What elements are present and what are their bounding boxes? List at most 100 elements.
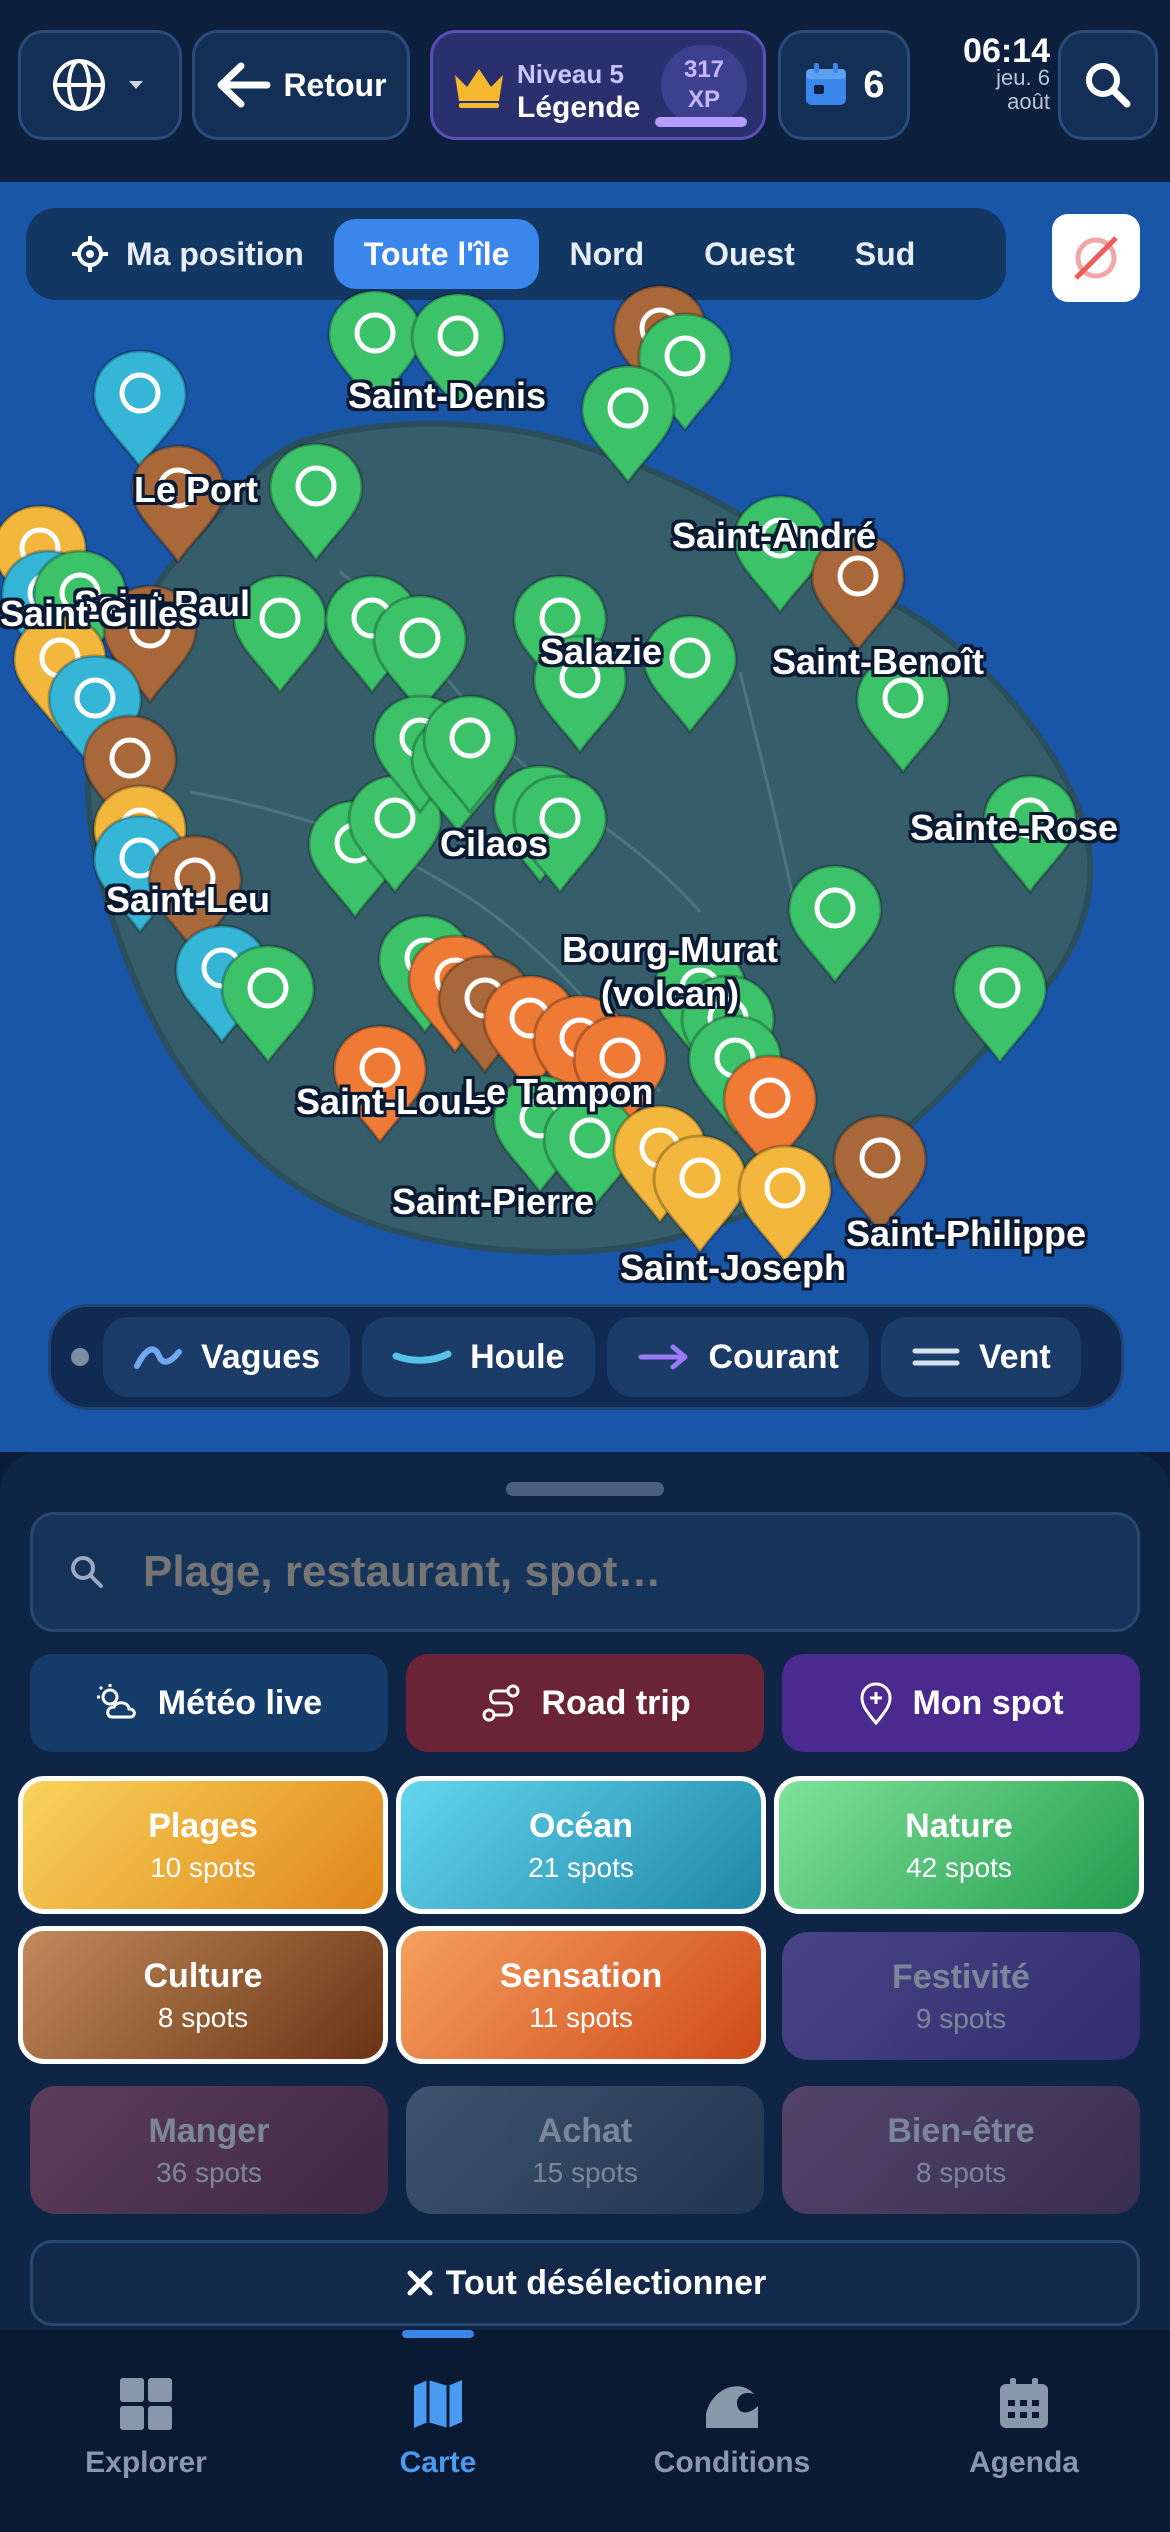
layer-current-button[interactable]: Courant: [606, 1317, 869, 1397]
tab-label: Explorer: [85, 2446, 207, 2479]
city-label: Saint-Gilles: [0, 593, 199, 634]
tab-label: Conditions: [653, 2446, 811, 2479]
category-nature[interactable]: Nature 42 spots: [774, 1776, 1144, 1914]
category-name: Océan: [529, 1807, 633, 1845]
map-view[interactable]: Ma position Toute l'île Nord Ouest Sud S…: [0, 182, 1170, 1452]
tab-conditions[interactable]: Conditions: [632, 2376, 832, 2480]
wind-icon: [912, 1348, 960, 1366]
crown-icon: [455, 69, 503, 108]
action-label: Météo live: [157, 1683, 323, 1722]
category-sensation[interactable]: Sensation 11 spots: [396, 1926, 766, 2064]
globe-icon: [53, 59, 105, 111]
map-pin[interactable]: [264, 440, 368, 564]
category-shopping[interactable]: Achat 15 spots: [406, 2086, 764, 2214]
filter-label: Toute l'île: [363, 235, 510, 272]
route-icon: [482, 1684, 520, 1722]
category-count: 42 spots: [906, 1852, 1012, 1883]
weather-live-button[interactable]: Météo live: [30, 1654, 388, 1752]
search-input[interactable]: [141, 1546, 1045, 1598]
deselect-all-button[interactable]: Tout désélectionner: [30, 2240, 1140, 2326]
filter-label: Ouest: [704, 235, 795, 272]
road-trip-button[interactable]: Road trip: [406, 1654, 764, 1752]
map-icon: [414, 2380, 462, 2428]
layer-waves-button[interactable]: Vagues: [103, 1317, 351, 1397]
category-name: Festivité: [892, 1958, 1030, 1996]
tab-label: Agenda: [968, 2446, 1079, 2479]
category-count: 10 spots: [150, 1852, 256, 1883]
category-ocean[interactable]: Océan 21 spots: [396, 1776, 766, 1914]
category-culture[interactable]: Culture 8 spots: [18, 1926, 388, 2064]
back-button[interactable]: Retour: [192, 30, 410, 140]
language-button[interactable]: [18, 30, 182, 140]
city-label: Saint-Denis: [348, 375, 547, 416]
sheet-drag-handle[interactable]: [506, 1482, 664, 1496]
filter-south[interactable]: Sud: [825, 219, 945, 289]
city-label: Saint-Louis: [296, 1081, 492, 1122]
city-label: Sainte-Rose: [910, 807, 1119, 848]
category-food[interactable]: Manger 36 spots: [30, 2086, 388, 2214]
map-pin[interactable]: [216, 942, 320, 1066]
clock-month: août: [1007, 89, 1050, 114]
wave-icon: [706, 2386, 758, 2428]
level-number: Niveau 5: [517, 59, 624, 89]
clock: 06:14 jeu. 6 août: [930, 34, 1050, 114]
category-name: Achat: [537, 2112, 633, 2150]
city-label: Saint-André: [672, 515, 877, 556]
arrow-left-icon: [217, 62, 271, 108]
my-spot-button[interactable]: Mon spot: [782, 1654, 1140, 1752]
search-icon: [71, 1556, 103, 1588]
category-festivity[interactable]: Festivité 9 spots: [782, 1932, 1140, 2060]
layer-wind-button[interactable]: Vent: [880, 1317, 1081, 1397]
calendar-icon: [1000, 2378, 1048, 2428]
back-label: Retour: [283, 66, 387, 103]
layers-indicator-dot: [71, 1348, 89, 1366]
xp-badge: 317 XP: [661, 45, 747, 125]
top-bar: Retour Niveau 5 Légende 317 XP 6 06:14 j…: [0, 0, 1170, 182]
city-label: Saint-Leu: [106, 879, 271, 920]
map-layers-bar: Vagues Houle Courant Vent: [48, 1304, 1124, 1410]
crosshair-icon: [72, 236, 108, 272]
city-label: Le Tampon: [464, 1071, 654, 1112]
category-count: 8 spots: [157, 2002, 249, 2033]
category-name: Nature: [905, 1807, 1013, 1845]
map-pin[interactable]: [783, 862, 887, 986]
category-count: 8 spots: [915, 2157, 1007, 2188]
layer-swell-button[interactable]: Houle: [362, 1317, 595, 1397]
map-pin-plus-icon: [860, 1682, 892, 1725]
action-label: Mon spot: [912, 1683, 1064, 1722]
sun-cloud-icon: [96, 1684, 136, 1719]
category-count: 11 spots: [529, 2002, 633, 2033]
map-pin[interactable]: [576, 362, 680, 486]
filter-west[interactable]: Ouest: [674, 219, 825, 289]
city-label: Salazie: [540, 631, 663, 672]
xp-progress-bar: [655, 117, 747, 127]
layer-label: Vagues: [201, 1337, 321, 1376]
category-count: 9 spots: [915, 2003, 1007, 2034]
agenda-button[interactable]: 6: [778, 30, 910, 140]
category-count: 36 spots: [156, 2157, 262, 2188]
category-name: Bien-être: [887, 2112, 1035, 2150]
xp-value: 317: [683, 56, 725, 83]
city-label: Saint-Pierre: [392, 1181, 595, 1222]
compass-off-button[interactable]: [1052, 214, 1140, 302]
filter-label: Sud: [854, 235, 916, 272]
tab-agenda[interactable]: Agenda: [924, 2376, 1124, 2480]
search-bar[interactable]: [30, 1512, 1140, 1632]
zone-filter-bar: Ma position Toute l'île Nord Ouest Sud: [26, 208, 1006, 300]
tab-map[interactable]: Carte: [338, 2376, 538, 2480]
chevron-down-icon: [129, 81, 143, 89]
filter-north[interactable]: Nord: [539, 219, 674, 289]
category-count: 21 spots: [528, 1852, 634, 1883]
map-pin[interactable]: [948, 942, 1052, 1066]
tab-explorer[interactable]: Explorer: [46, 2376, 246, 2480]
filter-whole-island[interactable]: Toute l'île: [333, 219, 540, 289]
category-beaches[interactable]: Plages 10 spots: [18, 1776, 388, 1914]
category-name: Culture: [143, 1957, 263, 1995]
search-button[interactable]: [1058, 30, 1158, 140]
category-wellness[interactable]: Bien-être 8 spots: [782, 2086, 1140, 2214]
calendar-icon: [806, 63, 847, 105]
layer-label: Courant: [708, 1337, 839, 1376]
filter-my-position[interactable]: Ma position: [40, 219, 334, 289]
city-label: Saint-Joseph: [620, 1247, 847, 1288]
level-badge[interactable]: Niveau 5 Légende 317 XP: [430, 30, 766, 140]
